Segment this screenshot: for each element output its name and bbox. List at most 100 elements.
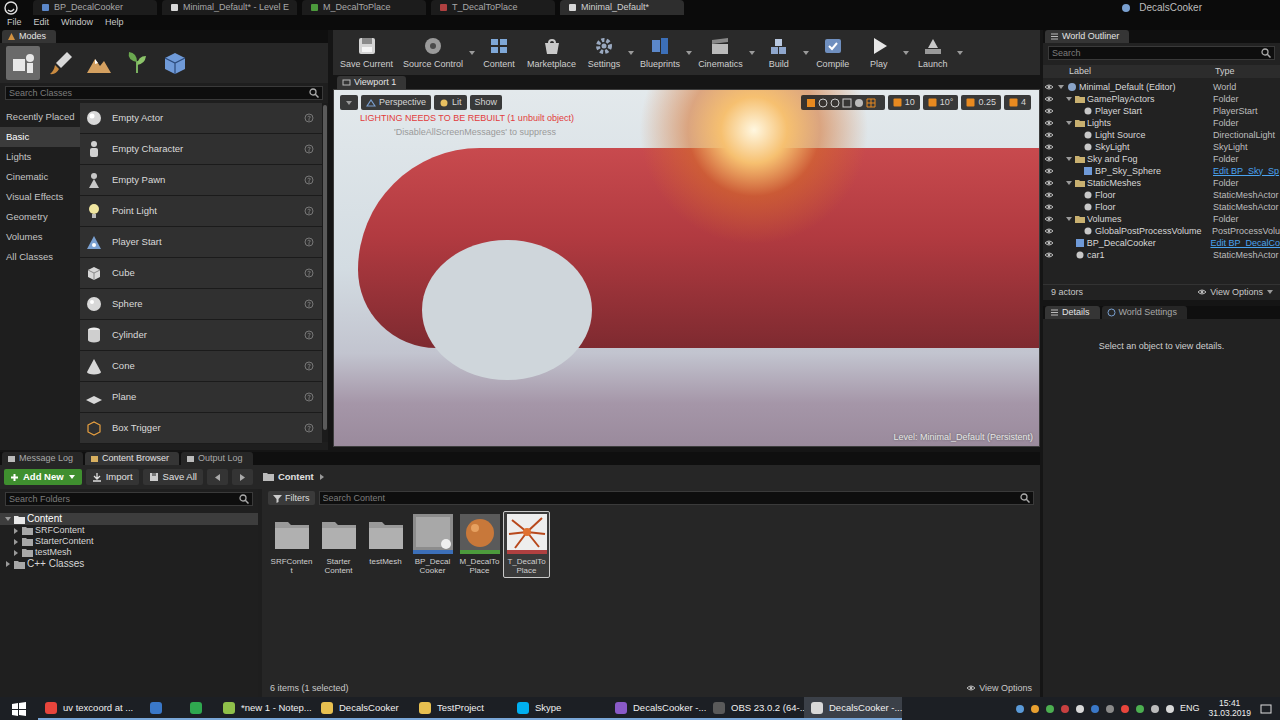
outliner-label[interactable]: Lights	[1087, 118, 1111, 129]
path-breadcrumb[interactable]: Content	[257, 471, 332, 482]
visibility-toggle[interactable]	[1043, 178, 1055, 188]
expand-toggle[interactable]	[1065, 215, 1073, 223]
taskbar-app[interactable]	[176, 697, 216, 720]
tab-label[interactable]: Minimal_Default*	[581, 2, 649, 13]
mode-tool[interactable]	[44, 46, 78, 80]
taskbar-app[interactable]: TestProject	[412, 697, 510, 720]
tray-item[interactable]	[1015, 704, 1025, 714]
taskbar-app[interactable]: DecalsCooker -...	[804, 697, 902, 720]
folder-item[interactable]: Content	[0, 513, 258, 525]
outliner-label[interactable]: SkyLight	[1095, 142, 1130, 153]
toolbar-button[interactable]: Launch	[910, 35, 956, 70]
category-item[interactable]: All Classes	[0, 247, 80, 267]
asset-tile[interactable]: testMesh	[362, 511, 409, 569]
expand-toggle[interactable]	[1065, 119, 1073, 127]
category-item[interactable]: Geometry	[0, 207, 80, 227]
start-button[interactable]	[0, 697, 38, 720]
save-all-button[interactable]: Save All	[143, 469, 203, 485]
tray-item[interactable]	[1165, 704, 1175, 714]
toolbar-label[interactable]: Settings	[588, 59, 621, 70]
search-box[interactable]	[319, 491, 1035, 505]
toolbar-button[interactable]: Content	[476, 35, 522, 70]
toolbar-dropdown[interactable]	[685, 49, 693, 57]
class-label[interactable]: Empty Character	[112, 143, 296, 154]
mode-tool[interactable]	[158, 46, 192, 80]
details-tab[interactable]: Details	[1045, 306, 1100, 319]
panel-tab-label[interactable]: Modes	[19, 31, 46, 42]
view-options-button[interactable]: View Options	[966, 683, 1032, 694]
outliner-label[interactable]: Floor	[1095, 202, 1116, 213]
category-item[interactable]: Lights	[0, 147, 80, 167]
toolbar-button[interactable]: Build	[756, 35, 802, 70]
folder-item[interactable]: testMesh	[0, 547, 258, 558]
tray-item[interactable]	[1120, 704, 1130, 714]
visibility-toggle[interactable]	[1043, 202, 1055, 212]
outliner-label[interactable]: Floor	[1095, 190, 1116, 201]
panel-tab-label[interactable]: World Outliner	[1062, 31, 1119, 42]
tab-label[interactable]: T_DecalToPlace	[452, 2, 518, 13]
class-item[interactable]: Cone	[80, 351, 322, 382]
search-input[interactable]	[1052, 47, 1258, 59]
visibility-toggle[interactable]	[1043, 142, 1055, 152]
outliner-row[interactable]: car1StaticMeshActor	[1043, 249, 1280, 261]
folder-item[interactable]: StarterContent	[0, 536, 258, 547]
class-label[interactable]: Point Light	[112, 205, 296, 216]
mode-tool[interactable]	[82, 46, 116, 80]
visibility-toggle[interactable]	[1043, 154, 1055, 164]
details-tab-label[interactable]: Details	[1062, 307, 1090, 318]
toolbar-label[interactable]: Cinematics	[698, 59, 743, 70]
outliner-row[interactable]: LightsFolder	[1043, 117, 1280, 129]
outliner-label[interactable]: GlobalPostProcessVolume	[1095, 226, 1202, 237]
folder-label[interactable]: C++ Classes	[27, 558, 84, 570]
taskbar-app[interactable]: Skype	[510, 697, 608, 720]
snap-value[interactable]: 4	[1021, 97, 1026, 108]
visibility-toggle[interactable]	[1043, 106, 1055, 116]
expand-toggle[interactable]	[1065, 155, 1073, 163]
toolbar-label[interactable]: Compile	[816, 59, 849, 70]
taskbar-app[interactable]: uv texcoord at ...	[38, 697, 136, 720]
snap-button[interactable]: 0.25	[961, 95, 1001, 110]
toolbar-label[interactable]: Play	[870, 59, 888, 70]
bottom-tab[interactable]: Output Log	[181, 452, 253, 465]
outliner-label[interactable]: GamePlayActors	[1087, 94, 1155, 105]
expand-toggle[interactable]	[12, 538, 20, 546]
viewport-button-label[interactable]: Perspective	[379, 97, 426, 108]
tab-label[interactable]: BP_DecalCooker	[54, 2, 123, 13]
class-item[interactable]: Sphere	[80, 289, 322, 320]
toolbar-button[interactable]: Blueprints	[635, 35, 685, 70]
class-label[interactable]: Plane	[112, 391, 296, 402]
details-tab-label[interactable]: World Settings	[1119, 307, 1177, 318]
visibility-toggle[interactable]	[1043, 226, 1055, 236]
asset-tile[interactable]: T_DecalTo Place	[503, 511, 550, 578]
asset-tile[interactable]: BP_Decal Cooker	[409, 511, 456, 578]
viewport-button-label[interactable]: Show	[475, 97, 498, 108]
taskbar-app[interactable]: DecalsCooker -...	[608, 697, 706, 720]
outliner-label[interactable]: BP_DecalCooker	[1087, 238, 1156, 249]
engine-logo[interactable]	[4, 0, 32, 15]
tab-label[interactable]: Minimal_Default* - Level E	[183, 2, 289, 13]
taskbar-app-label[interactable]: DecalsCooker -...	[829, 702, 902, 713]
expand-toggle[interactable]	[12, 527, 20, 535]
tray-item[interactable]	[1030, 704, 1040, 714]
view-options-label[interactable]: View Options	[1210, 287, 1263, 298]
save-all-label[interactable]: Save All	[163, 471, 197, 482]
visibility-toggle[interactable]	[1043, 94, 1055, 104]
viewport-button[interactable]: Show	[470, 95, 503, 110]
search-input[interactable]	[9, 493, 236, 505]
class-item[interactable]: Player Start	[80, 227, 322, 258]
edit-blueprint-link[interactable]: Edit BP_Sky_Sp	[1213, 166, 1280, 177]
taskbar-app-label[interactable]: Skype	[535, 702, 561, 713]
outliner-label[interactable]: BP_Sky_Sphere	[1095, 166, 1161, 177]
toolbar-dropdown[interactable]	[468, 49, 476, 57]
back-button[interactable]	[207, 469, 228, 485]
document-tab[interactable]: BP_DecalCooker	[33, 0, 157, 15]
category-item[interactable]: Basic	[0, 127, 80, 147]
category-item[interactable]: Volumes	[0, 227, 80, 247]
transform-tools[interactable]	[801, 95, 885, 110]
class-label[interactable]: Box Trigger	[112, 422, 296, 433]
visibility-toggle[interactable]	[1043, 214, 1055, 224]
outliner-row[interactable]: GlobalPostProcessVolumePostProcessVolu	[1043, 225, 1280, 237]
menu-item[interactable]: File	[7, 17, 22, 28]
class-item[interactable]: Point Light	[80, 196, 322, 227]
edit-blueprint-link[interactable]: Edit BP_DecalCo	[1210, 238, 1280, 249]
